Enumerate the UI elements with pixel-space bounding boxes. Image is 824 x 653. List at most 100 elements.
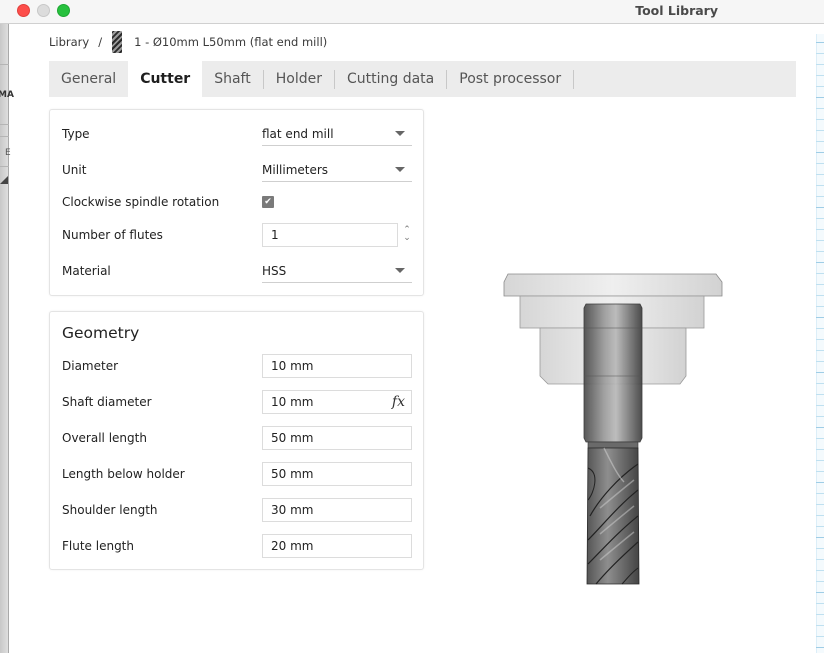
background-text-fragment: MA <box>0 90 14 100</box>
length-below-holder-row: Length below holder 50 mm <box>62 462 412 486</box>
ruler-tick <box>816 449 824 450</box>
resize-corner-icon <box>0 176 8 184</box>
type-row: Type flat end mill <box>62 122 412 146</box>
tab-post-processor[interactable]: Post processor <box>447 61 573 97</box>
diameter-row: Diameter 10 mm <box>62 354 412 378</box>
ruler-tick <box>816 405 824 406</box>
ruler-tick <box>816 196 824 197</box>
chevron-down-icon <box>395 268 405 273</box>
ruler-tick <box>816 548 824 549</box>
ruler-tick <box>816 350 824 351</box>
ruler-tick <box>816 251 824 252</box>
ruler-tick <box>816 515 824 516</box>
shoulder-length-label: Shoulder length <box>62 503 158 517</box>
ruler-tick <box>816 537 824 538</box>
shoulder-length-row: Shoulder length 30 mm <box>62 498 412 522</box>
expression-fx-icon[interactable]: fx <box>392 394 405 410</box>
cutter-settings-panel: Type flat end mill Unit Millimeters Cloc… <box>49 109 424 296</box>
minimize-window-button[interactable] <box>37 4 50 17</box>
ruler-tick <box>816 526 824 527</box>
type-label: Type <box>62 127 90 141</box>
flat-end-mill-icon <box>112 31 123 53</box>
breadcrumb-current-tool: 1 - Ø10mm L50mm (flat end mill) <box>134 35 328 49</box>
breadcrumb: Library / 1 - Ø10mm L50mm (flat end mill… <box>49 31 328 53</box>
ruler-tick <box>816 427 824 428</box>
shaft-diameter-value: 10 mm <box>271 395 314 409</box>
breadcrumb-library-link[interactable]: Library <box>49 35 89 49</box>
ruler-tick <box>816 218 824 219</box>
type-select[interactable]: flat end mill <box>262 122 412 146</box>
type-value: flat end mill <box>262 126 334 141</box>
ruler-tick <box>816 460 824 461</box>
ruler-tick <box>816 372 824 373</box>
diameter-input[interactable]: 10 mm <box>262 354 412 378</box>
maximize-window-button[interactable] <box>57 4 70 17</box>
flutes-value: 1 <box>271 228 279 242</box>
stepper-down-icon[interactable]: ⌄ <box>401 234 413 247</box>
ruler-tick <box>816 273 824 274</box>
shaft-diameter-label: Shaft diameter <box>62 395 152 409</box>
overall-length-value: 50 mm <box>271 431 314 445</box>
ruler-tick <box>816 130 824 131</box>
tab-shaft[interactable]: Shaft <box>202 61 263 97</box>
flutes-input[interactable]: 1 <box>262 223 398 247</box>
ruler-tick <box>816 581 824 582</box>
length-below-holder-input[interactable]: 50 mm <box>262 462 412 486</box>
flutes-row: Number of flutes 1 ⌃ ⌄ <box>62 223 411 247</box>
overall-length-label: Overall length <box>62 431 147 445</box>
ruler-tick <box>816 240 824 241</box>
geometry-panel: Geometry Diameter 10 mm Shaft diameter 1… <box>49 311 424 570</box>
tab-cutter[interactable]: Cutter <box>128 61 203 97</box>
close-window-button[interactable] <box>17 4 30 17</box>
flutes-stepper[interactable]: ⌃ ⌄ <box>401 223 413 247</box>
ruler-tick <box>816 86 824 87</box>
tab-general[interactable]: General <box>49 61 128 97</box>
divider <box>0 136 9 137</box>
diameter-value: 10 mm <box>271 359 314 373</box>
clockwise-label: Clockwise spindle rotation <box>62 195 220 209</box>
clockwise-checkbox[interactable]: ✔ <box>262 196 274 208</box>
ruler-tick <box>816 185 824 186</box>
shoulder-length-value: 30 mm <box>271 503 314 517</box>
length-below-holder-label: Length below holder <box>62 467 185 481</box>
ruler-tick <box>816 603 824 604</box>
ruler-tick <box>816 570 824 571</box>
chevron-down-icon <box>395 131 405 136</box>
ruler-tick <box>816 592 824 593</box>
flute-length-row: Flute length 20 mm <box>62 534 412 558</box>
ruler-tick <box>816 295 824 296</box>
tool-shaft <box>583 303 643 449</box>
material-row: Material HSS <box>62 259 412 283</box>
overall-length-input[interactable]: 50 mm <box>262 426 412 450</box>
material-select[interactable]: HSS <box>262 259 412 283</box>
shaft-diameter-input[interactable]: 10 mm fx <box>262 390 412 414</box>
tab-cutting-data[interactable]: Cutting data <box>335 61 446 97</box>
ruler-tick <box>816 493 824 494</box>
shoulder-length-input[interactable]: 30 mm <box>262 498 412 522</box>
flutes-label: Number of flutes <box>62 228 163 242</box>
checkmark-icon: ✔ <box>264 196 272 207</box>
ruler-tick <box>816 636 824 637</box>
divider <box>0 124 9 125</box>
flute-length-label: Flute length <box>62 539 134 553</box>
unit-select[interactable]: Millimeters <box>262 158 412 182</box>
background-text-fragment: E <box>5 148 11 158</box>
ruler-tick <box>816 97 824 98</box>
flute-length-input[interactable]: 20 mm <box>262 534 412 558</box>
chevron-down-icon <box>395 167 405 172</box>
ruler-tick <box>816 625 824 626</box>
ruler-tick <box>816 262 824 263</box>
clockwise-row: Clockwise spindle rotation ✔ <box>62 190 411 214</box>
shaft-diameter-row: Shaft diameter 10 mm fx <box>62 390 412 414</box>
ruler-tick <box>816 383 824 384</box>
tab-holder[interactable]: Holder <box>264 61 334 97</box>
ruler-tick <box>816 119 824 120</box>
material-value: HSS <box>262 263 287 278</box>
ruler-strip <box>816 34 824 653</box>
ruler-tick <box>816 328 824 329</box>
window-titlebar: Tool Library <box>0 0 824 24</box>
overall-length-row: Overall length 50 mm <box>62 426 412 450</box>
ruler-tick <box>816 471 824 472</box>
ruler-tick <box>816 482 824 483</box>
ruler-tick <box>816 152 824 153</box>
